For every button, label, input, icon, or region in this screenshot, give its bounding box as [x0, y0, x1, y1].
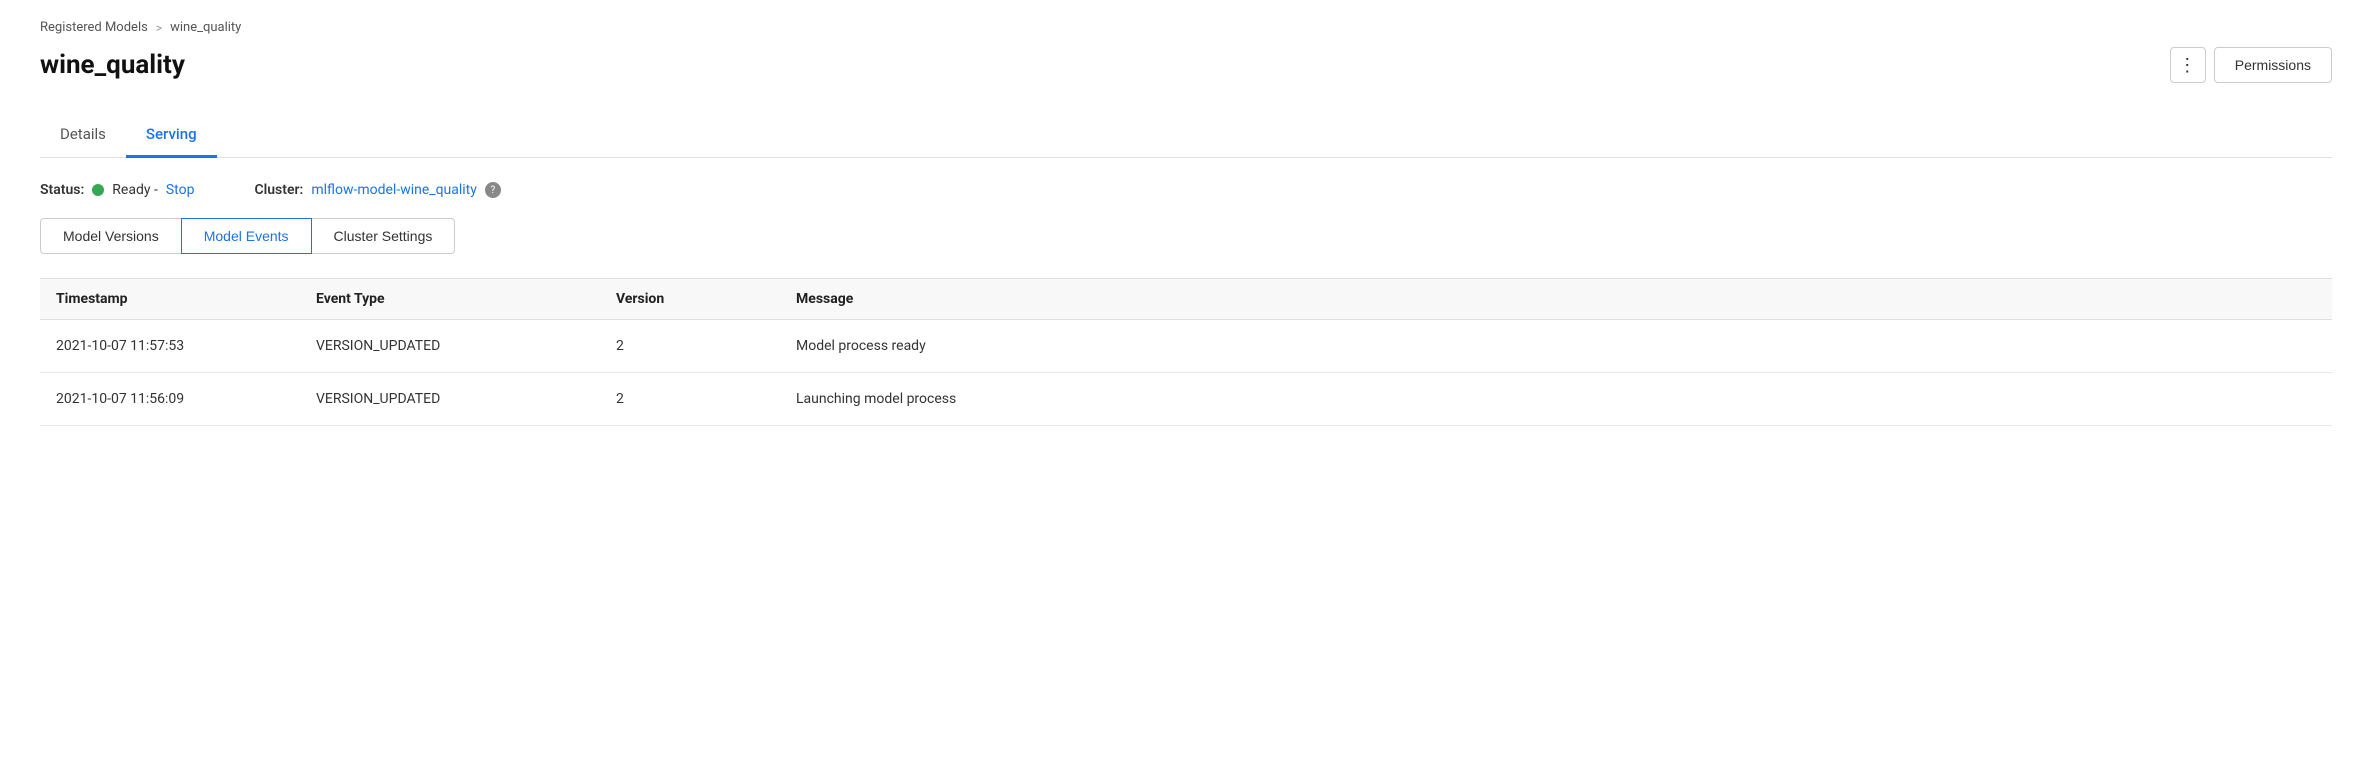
tab-details[interactable]: Details	[40, 113, 126, 158]
sub-tab-model-events[interactable]: Model Events	[181, 218, 312, 254]
cell-event-type-1: VERSION_UPDATED	[316, 338, 616, 354]
header-row: wine_quality ⋮ Permissions	[40, 47, 2332, 83]
status-row: Status: Ready - Stop Cluster: mlflow-mod…	[40, 182, 2332, 198]
status-item: Status: Ready - Stop	[40, 182, 194, 198]
col-header-message: Message	[796, 291, 2316, 307]
cell-version-1: 2	[616, 338, 796, 354]
more-options-icon: ⋮	[2178, 55, 2197, 76]
sub-tab-cluster-settings[interactable]: Cluster Settings	[311, 218, 456, 254]
header-actions: ⋮ Permissions	[2170, 47, 2332, 83]
status-label: Status:	[40, 182, 84, 198]
tabs-row: Details Serving	[40, 113, 2332, 158]
help-icon[interactable]: ?	[485, 182, 501, 198]
breadcrumb-parent[interactable]: Registered Models	[40, 20, 148, 35]
events-table: Timestamp Event Type Version Message 202…	[40, 278, 2332, 426]
sub-tabs-row: Model Versions Model Events Cluster Sett…	[40, 218, 2332, 254]
col-header-timestamp: Timestamp	[56, 291, 316, 307]
table-header-row: Timestamp Event Type Version Message	[40, 279, 2332, 320]
cell-event-type-2: VERSION_UPDATED	[316, 391, 616, 407]
cell-timestamp-2: 2021-10-07 11:56:09	[56, 391, 316, 407]
cell-version-2: 2	[616, 391, 796, 407]
cell-message-2: Launching model process	[796, 391, 2316, 407]
stop-link[interactable]: Stop	[166, 182, 195, 198]
cell-timestamp-1: 2021-10-07 11:57:53	[56, 338, 316, 354]
permissions-button[interactable]: Permissions	[2214, 47, 2332, 83]
breadcrumb-current: wine_quality	[170, 20, 241, 35]
cell-message-1: Model process ready	[796, 338, 2316, 354]
col-header-event-type: Event Type	[316, 291, 616, 307]
table-row: 2021-10-07 11:57:53 VERSION_UPDATED 2 Mo…	[40, 320, 2332, 373]
table-row: 2021-10-07 11:56:09 VERSION_UPDATED 2 La…	[40, 373, 2332, 426]
status-ready-text: Ready -	[112, 182, 158, 198]
tab-serving[interactable]: Serving	[126, 113, 217, 158]
cluster-label: Cluster:	[254, 182, 303, 198]
col-header-version: Version	[616, 291, 796, 307]
breadcrumb: Registered Models > wine_quality	[40, 20, 2332, 35]
cluster-item: Cluster: mlflow-model-wine_quality ?	[254, 182, 500, 198]
page-wrapper: Registered Models > wine_quality wine_qu…	[0, 0, 2372, 770]
page-title: wine_quality	[40, 50, 185, 80]
status-dot	[92, 184, 104, 196]
cluster-link[interactable]: mlflow-model-wine_quality	[311, 182, 477, 198]
breadcrumb-separator: >	[156, 21, 162, 35]
more-options-button[interactable]: ⋮	[2170, 47, 2206, 83]
sub-tab-model-versions[interactable]: Model Versions	[40, 218, 182, 254]
